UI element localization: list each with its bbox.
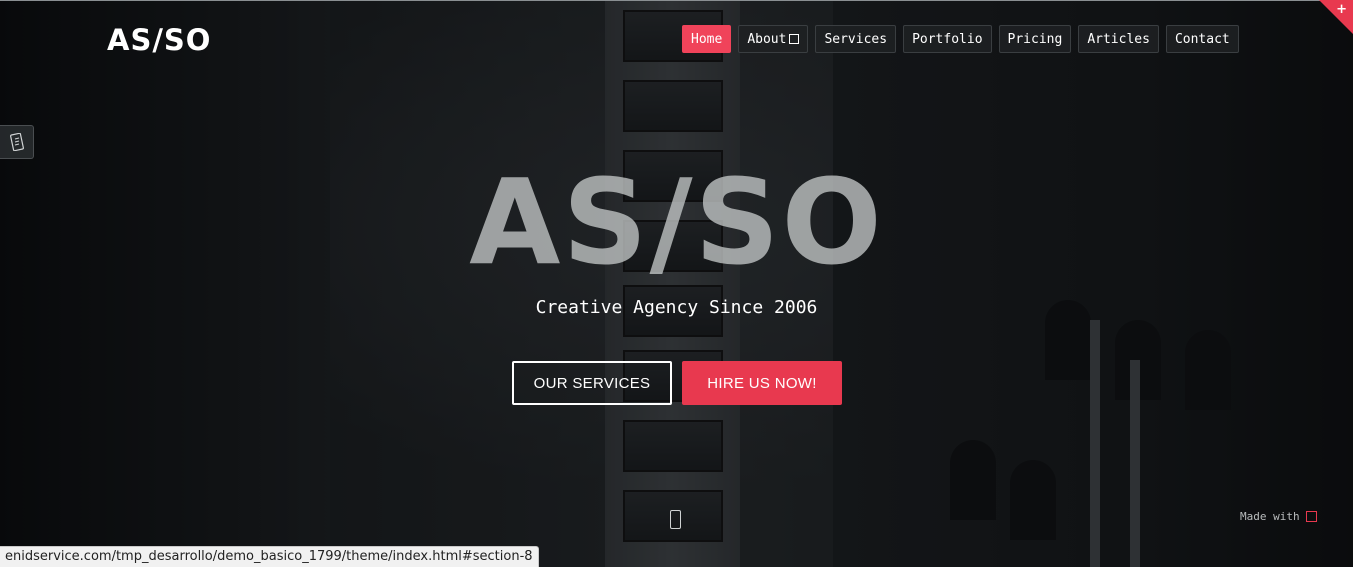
nav-item-label: Services bbox=[824, 31, 888, 47]
dropdown-icon bbox=[789, 34, 800, 44]
browser-status-bar: enidservice.com/tmp_desarrollo/demo_basi… bbox=[0, 546, 539, 567]
side-widget-button[interactable] bbox=[0, 125, 34, 159]
hero-section: AS/SO Home About Services Portfolio Pric… bbox=[0, 0, 1353, 567]
nav-item-label: Articles bbox=[1087, 31, 1150, 47]
scroll-down-icon[interactable] bbox=[670, 510, 681, 529]
plus-icon[interactable]: + bbox=[1336, 2, 1347, 17]
heart-icon bbox=[1305, 511, 1317, 522]
nav-item-label: About bbox=[747, 31, 787, 47]
nav-item-articles[interactable]: Articles bbox=[1078, 25, 1159, 53]
nav-item-label: Pricing bbox=[1007, 31, 1063, 47]
hero-title: AS/SO bbox=[469, 153, 884, 291]
nav-item-services[interactable]: Services bbox=[815, 25, 897, 53]
site-logo[interactable]: AS/SO bbox=[107, 22, 211, 58]
nav-item-home[interactable]: Home bbox=[682, 25, 732, 53]
nav-item-contact[interactable]: Contact bbox=[1165, 25, 1239, 53]
nav-item-label: Contact bbox=[1174, 31, 1230, 47]
nav-item-about[interactable]: About bbox=[738, 25, 809, 53]
main-nav: Home About Services Portfolio Pricing Ar… bbox=[682, 25, 1239, 53]
nav-item-label: Home bbox=[691, 31, 723, 47]
our-services-button[interactable]: OUR SERVICES bbox=[512, 361, 672, 405]
nav-item-pricing[interactable]: Pricing bbox=[998, 25, 1072, 53]
hero-subtitle: Creative Agency Since 2006 bbox=[535, 297, 818, 318]
made-with-credit[interactable]: Made with bbox=[1240, 510, 1317, 523]
mobile-icon bbox=[9, 133, 24, 151]
nav-item-portfolio[interactable]: Portfolio bbox=[903, 25, 992, 53]
nav-item-label: Portfolio bbox=[912, 31, 983, 47]
made-with-label: Made with bbox=[1240, 510, 1300, 523]
hire-us-button[interactable]: HIRE US NOW! bbox=[682, 361, 842, 405]
top-border bbox=[0, 0, 1353, 1]
